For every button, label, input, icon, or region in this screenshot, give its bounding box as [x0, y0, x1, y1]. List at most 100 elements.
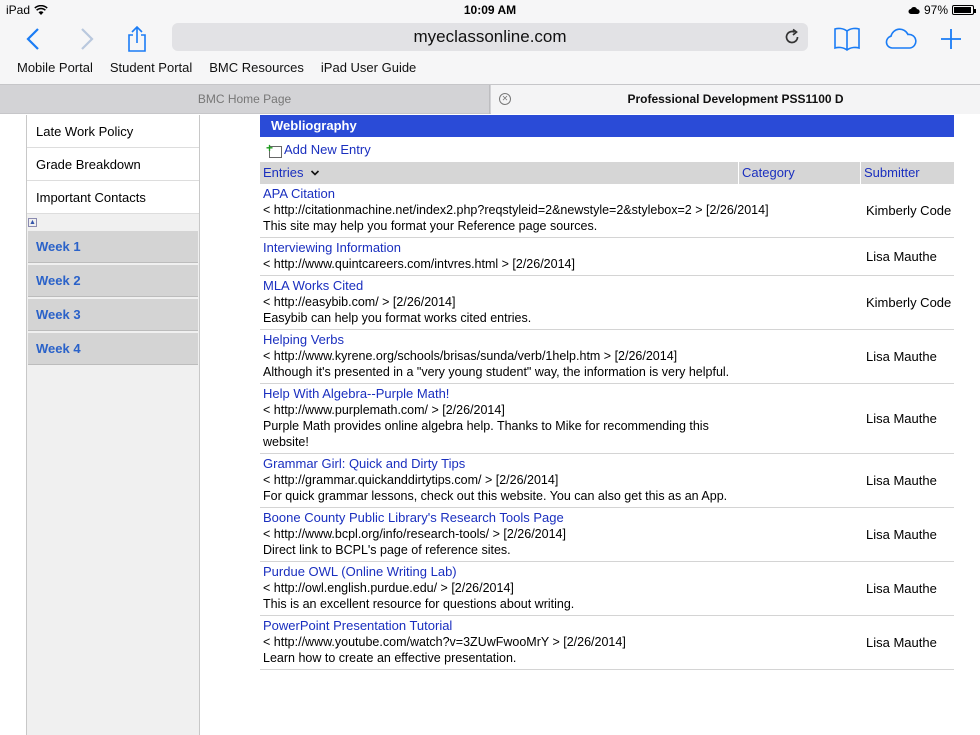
icloud-tabs-icon [885, 28, 917, 49]
table-header: Entries Category Submitter [260, 162, 954, 184]
entry-description: Direct link to BCPL's page of reference … [263, 543, 511, 557]
back-button[interactable] [20, 24, 46, 54]
entry-url: < http://www.purplemath.com/ > [2/26/201… [263, 403, 505, 417]
entry-title-link[interactable]: Grammar Girl: Quick and Dirty Tips [263, 456, 861, 472]
entry-url: < http://citationmachine.net/index2.php?… [263, 203, 769, 217]
back-icon [26, 28, 39, 50]
column-category[interactable]: Category [739, 162, 861, 184]
bookmarks-book-icon [834, 27, 860, 51]
entry-description: This site may help you format your Refer… [263, 219, 598, 233]
column-submitter[interactable]: Submitter [861, 162, 954, 184]
course-sidebar: Late Work Policy Grade Breakdown Importa… [26, 115, 200, 735]
browser-toolbar: myeclassonline.com Mobile Portal Student… [0, 20, 980, 84]
entry-description: This is an excellent resource for questi… [263, 597, 575, 611]
entry-cell: Helping Verbs < http://www.kyrene.org/sch… [260, 330, 861, 383]
entry-submitter: Kimberly Code [866, 295, 952, 310]
entry-url: < http://grammar.quickanddirtytips.com/ … [263, 473, 559, 487]
entry-description: Although it's presented in a "very young… [263, 365, 730, 379]
entry-cell: Help With Algebra--Purple Math! < http://… [260, 384, 861, 453]
entry-url: < http://www.bcpl.org/info/research-tool… [263, 527, 566, 541]
bookmarks-button[interactable] [832, 24, 862, 54]
entry-submitter: Kimberly Code [866, 203, 952, 218]
entry-cell: PowerPoint Presentation Tutorial < http:/… [260, 616, 861, 669]
tab-label: BMC Home Page [197, 92, 292, 106]
sidebar-item-week-4[interactable]: Week 4 [28, 333, 198, 365]
cloud-status-icon [908, 6, 920, 14]
status-time: 10:09 AM [463, 3, 517, 17]
sidebar-item-week-3[interactable]: Week 3 [28, 299, 198, 331]
entry-url: < http://owl.english.purdue.edu/ > [2/26… [263, 581, 514, 595]
add-entry-label: Add New Entry [284, 142, 371, 157]
entry-url: < http://www.kyrene.org/schools/brisas/s… [263, 349, 678, 363]
address-text: myeclassonline.com [413, 27, 567, 46]
reload-icon[interactable] [782, 27, 802, 47]
entry-submitter: Lisa Mauthe [866, 635, 937, 650]
table-row: Purdue OWL (Online Writing Lab) < http://… [260, 562, 954, 616]
entry-title-link[interactable]: Purdue OWL (Online Writing Lab) [263, 564, 861, 580]
sidebar-item-important-contacts[interactable]: Important Contacts [27, 181, 199, 214]
entry-cell: Purdue OWL (Online Writing Lab) < http://… [260, 562, 861, 615]
bookmark-bmc-resources[interactable]: BMC Resources [209, 60, 304, 75]
entry-submitter: Lisa Mauthe [866, 249, 937, 264]
battery-icon [952, 5, 976, 15]
table-row: PowerPoint Presentation Tutorial < http:/… [260, 616, 954, 670]
entry-cell: APA Citation < http://citationmachine.net… [260, 184, 861, 237]
battery-fill [954, 7, 972, 13]
new-tab-button[interactable] [938, 24, 964, 54]
entry-submitter: Lisa Mauthe [866, 473, 937, 488]
forward-icon [81, 28, 94, 50]
add-new-entry-link[interactable]: Add New Entry [260, 137, 954, 162]
share-icon [128, 25, 146, 52]
sort-chevron-icon [311, 170, 320, 176]
add-entry-icon [266, 141, 282, 158]
entry-cell: Interviewing Information < http://www.qui… [260, 238, 861, 275]
entry-description: Learn how to create an effective present… [263, 651, 517, 665]
sidebar-item-late-work-policy[interactable]: Late Work Policy [27, 115, 199, 148]
entry-description: Purple Math provides online algebra help… [263, 419, 709, 449]
entry-title-link[interactable]: Help With Algebra--Purple Math! [263, 386, 861, 402]
tab-professional-development[interactable]: ✕ Professional Development PSS1100 D [491, 85, 980, 114]
entry-url: < http://www.youtube.com/watch?v=3ZUwFwo… [263, 635, 626, 649]
section-header: Webliography [260, 115, 954, 137]
column-entries[interactable]: Entries [260, 162, 739, 184]
forward-button[interactable] [74, 24, 100, 54]
entry-cell: Boone County Public Library's Research T… [260, 508, 861, 561]
bookmark-ipad-user-guide[interactable]: iPad User Guide [321, 60, 416, 75]
tab-label: Professional Development PSS1100 D [627, 92, 844, 106]
entry-submitter: Lisa Mauthe [866, 411, 937, 426]
table-row: Boone County Public Library's Research T… [260, 508, 954, 562]
entry-title-link[interactable]: Interviewing Information [263, 240, 861, 256]
status-right: 97% [908, 3, 976, 17]
entry-title-link[interactable]: APA Citation [263, 186, 861, 202]
sidebar-item-week-2[interactable]: Week 2 [28, 265, 198, 297]
entry-description: For quick grammar lessons, check out thi… [263, 489, 728, 503]
icloud-tabs-button[interactable] [883, 24, 919, 54]
entry-description: Easybib can help you format works cited … [263, 311, 532, 325]
entry-title-link[interactable]: Helping Verbs [263, 332, 861, 348]
entry-url: < http://www.quintcareers.com/intvres.ht… [263, 257, 575, 271]
status-bar: iPad 10:09 AM 97% [0, 0, 980, 20]
bookmark-mobile-portal[interactable]: Mobile Portal [17, 60, 93, 75]
table-row: Interviewing Information < http://www.qui… [260, 238, 954, 276]
table-row: Helping Verbs < http://www.kyrene.org/sch… [260, 330, 954, 384]
week-list: Week 1 Week 2 Week 3 Week 4 [27, 231, 199, 365]
tab-close-icon[interactable]: ✕ [499, 93, 511, 105]
entry-submitter: Lisa Mauthe [866, 527, 937, 542]
tab-bmc-home[interactable]: BMC Home Page [0, 85, 490, 114]
bookmark-student-portal[interactable]: Student Portal [110, 60, 192, 75]
entry-cell: MLA Works Cited < http://easybib.com/ > [… [260, 276, 861, 329]
sidebar-item-grade-breakdown[interactable]: Grade Breakdown [27, 148, 199, 181]
entry-list: APA Citation < http://citationmachine.net… [260, 184, 954, 670]
entry-title-link[interactable]: Boone County Public Library's Research T… [263, 510, 861, 526]
collapse-icon[interactable]: ▲ [28, 218, 37, 227]
entry-url: < http://easybib.com/ > [2/26/2014] [263, 295, 456, 309]
tab-strip: BMC Home Page ✕ Professional Development… [0, 84, 980, 114]
share-button[interactable] [124, 24, 150, 54]
entry-title-link[interactable]: MLA Works Cited [263, 278, 861, 294]
webliography-panel: Webliography Add New Entry Entries Categ… [260, 115, 954, 735]
entry-title-link[interactable]: PowerPoint Presentation Tutorial [263, 618, 861, 634]
address-bar[interactable]: myeclassonline.com [172, 23, 808, 51]
entry-cell: Grammar Girl: Quick and Dirty Tips < http… [260, 454, 861, 507]
sidebar-item-week-1[interactable]: Week 1 [28, 231, 198, 263]
table-row: MLA Works Cited < http://easybib.com/ > [… [260, 276, 954, 330]
